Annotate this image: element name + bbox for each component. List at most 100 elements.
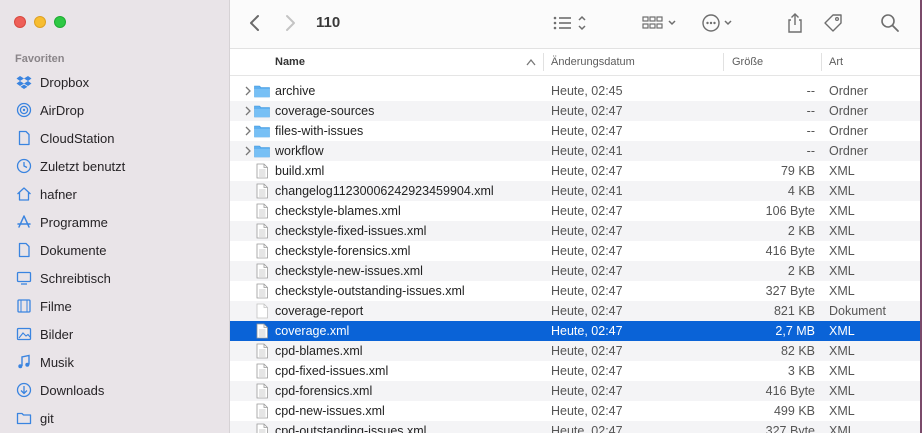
file-row[interactable]: files-with-issues Heute, 02:47 -- Ordner — [230, 121, 922, 141]
minimize-window-button[interactable] — [34, 16, 46, 28]
file-date: Heute, 02:47 — [551, 244, 623, 258]
sidebar-list: Dropbox AirDrop CloudStation Zuletzt benutz… — [0, 68, 229, 432]
sidebar-item-label: CloudStation — [40, 130, 115, 146]
search-button[interactable] — [880, 12, 900, 34]
file-size: 416 Byte — [765, 384, 815, 398]
sidebar-item-label: AirDrop — [40, 102, 85, 118]
file-kind: XML — [829, 224, 855, 238]
view-mode-button[interactable] — [552, 12, 590, 34]
file-size: -- — [806, 104, 815, 118]
file-kind: XML — [829, 264, 855, 278]
column-divider[interactable] — [543, 53, 544, 71]
sidebar-item-programme[interactable]: Programme — [0, 208, 229, 236]
grid-group-icon — [642, 16, 676, 29]
sidebar-item-filme[interactable]: Filme — [0, 292, 229, 320]
file-date: Heute, 02:47 — [551, 284, 623, 298]
document-icon — [16, 130, 32, 146]
file-row[interactable]: cpd-fixed-issues.xml Heute, 02:47 3 KB XML — [230, 361, 922, 381]
file-row[interactable]: changelog11230006242923459904.xml Heute, … — [230, 181, 922, 201]
file-row[interactable]: cpd-outstanding-issues.xml Heute, 02:47 32… — [230, 421, 922, 433]
chevron-right-icon — [286, 15, 295, 31]
sidebar-item-bilder[interactable]: Bilder — [0, 320, 229, 348]
file-row[interactable]: checkstyle-outstanding-issues.xml Heute, … — [230, 281, 922, 301]
file-row[interactable]: checkstyle-fixed-issues.xml Heute, 02:47 2… — [230, 221, 922, 241]
sidebar-item-musik[interactable]: Musik — [0, 348, 229, 376]
file-date: Heute, 02:47 — [551, 384, 623, 398]
file-date: Heute, 02:47 — [551, 324, 623, 338]
file-row[interactable]: workflow Heute, 02:41 -- Ordner — [230, 141, 922, 161]
sidebar-item-schreibtisch[interactable]: Schreibtisch — [0, 264, 229, 292]
file-name: checkstyle-new-issues.xml — [275, 264, 423, 278]
file-name: cpd-forensics.xml — [275, 384, 373, 398]
action-menu-button[interactable] — [701, 12, 739, 34]
sidebar-item-dropbox[interactable]: Dropbox — [0, 68, 229, 96]
file-size: 327 Byte — [765, 424, 815, 433]
tags-button[interactable] — [822, 12, 844, 34]
file-icon — [254, 223, 270, 239]
file-kind: Ordner — [829, 144, 868, 158]
file-icon — [254, 323, 270, 339]
file-name: cpd-outstanding-issues.xml — [275, 424, 427, 433]
sidebar-item-airdrop[interactable]: AirDrop — [0, 96, 229, 124]
forward-button[interactable] — [283, 12, 297, 34]
sidebar-item-zuletzt-benutzt[interactable]: Zuletzt benutzt — [0, 152, 229, 180]
file-row[interactable]: coverage-sources Heute, 02:47 -- Ordner — [230, 101, 922, 121]
search-icon — [881, 14, 899, 32]
column-divider[interactable] — [821, 53, 822, 71]
file-size: -- — [806, 124, 815, 138]
column-divider[interactable] — [723, 53, 724, 71]
chevron-left-icon — [250, 15, 259, 31]
file-name: files-with-issues — [275, 124, 364, 138]
file-size: -- — [806, 84, 815, 98]
close-window-button[interactable] — [14, 16, 26, 28]
file-name: checkstyle-fixed-issues.xml — [275, 224, 427, 238]
file-row[interactable]: archive Heute, 02:45 -- Ordner — [230, 81, 922, 101]
file-name: cpd-fixed-issues.xml — [275, 364, 389, 378]
file-icon — [254, 423, 270, 433]
back-button[interactable] — [248, 12, 262, 34]
tag-icon — [824, 14, 842, 32]
file-row[interactable]: cpd-new-issues.xml Heute, 02:47 499 KB XML — [230, 401, 922, 421]
file-row[interactable]: cpd-forensics.xml Heute, 02:47 416 Byte XML — [230, 381, 922, 401]
file-row[interactable]: cpd-blames.xml Heute, 02:47 82 KB XML — [230, 341, 922, 361]
file-row[interactable]: checkstyle-new-issues.xml Heute, 02:47 2 K… — [230, 261, 922, 281]
file-row[interactable]: checkstyle-forensics.xml Heute, 02:47 416 … — [230, 241, 922, 261]
file-kind: XML — [829, 284, 855, 298]
sidebar-item-label: Musik — [40, 354, 74, 370]
sidebar-item-dokumente[interactable]: Dokumente — [0, 236, 229, 264]
column-name-header[interactable]: Name — [275, 49, 305, 75]
window-controls — [14, 16, 66, 28]
file-row[interactable]: coverage-report Heute, 02:47 821 KB Dokumen… — [230, 301, 922, 321]
file-row[interactable]: build.xml Heute, 02:47 79 KB XML — [230, 161, 922, 181]
column-date-header[interactable]: Änderungsdatum — [551, 49, 635, 75]
file-name: checkstyle-forensics.xml — [275, 244, 411, 258]
zoom-window-button[interactable] — [54, 16, 66, 28]
column-size-header[interactable]: Größe — [732, 49, 763, 75]
file-icon — [254, 263, 270, 279]
file-date: Heute, 02:47 — [551, 304, 623, 318]
share-button[interactable] — [786, 12, 804, 34]
group-button[interactable] — [642, 12, 680, 34]
file-size: 2 KB — [787, 224, 815, 238]
download-icon — [16, 382, 32, 398]
file-icon — [254, 383, 270, 399]
file-row[interactable]: coverage.xml Heute, 02:47 2,7 MB XML — [230, 321, 922, 341]
clock-icon — [16, 158, 32, 174]
file-date: Heute, 02:45 — [551, 84, 623, 98]
file-name: coverage-sources — [275, 104, 375, 118]
music-icon — [16, 354, 32, 370]
file-row[interactable]: checkstyle-blames.xml Heute, 02:47 106 Byt… — [230, 201, 922, 221]
sidebar-item-label: Downloads — [40, 382, 105, 398]
sidebar-item-git[interactable]: git — [0, 404, 229, 432]
file-size: 3 KB — [787, 364, 815, 378]
sort-ascending-icon[interactable] — [526, 49, 536, 75]
file-size: 82 KB — [780, 344, 815, 358]
sidebar-item-downloads[interactable]: Downloads — [0, 376, 229, 404]
file-kind: XML — [829, 404, 855, 418]
file-name: coverage.xml — [275, 324, 350, 338]
sidebar-item-hafner[interactable]: hafner — [0, 180, 229, 208]
sidebar-section-favorites: Favoriten — [15, 53, 65, 65]
sidebar-item-cloudstation[interactable]: CloudStation — [0, 124, 229, 152]
file-kind: XML — [829, 184, 855, 198]
column-kind-header[interactable]: Art — [829, 49, 843, 75]
